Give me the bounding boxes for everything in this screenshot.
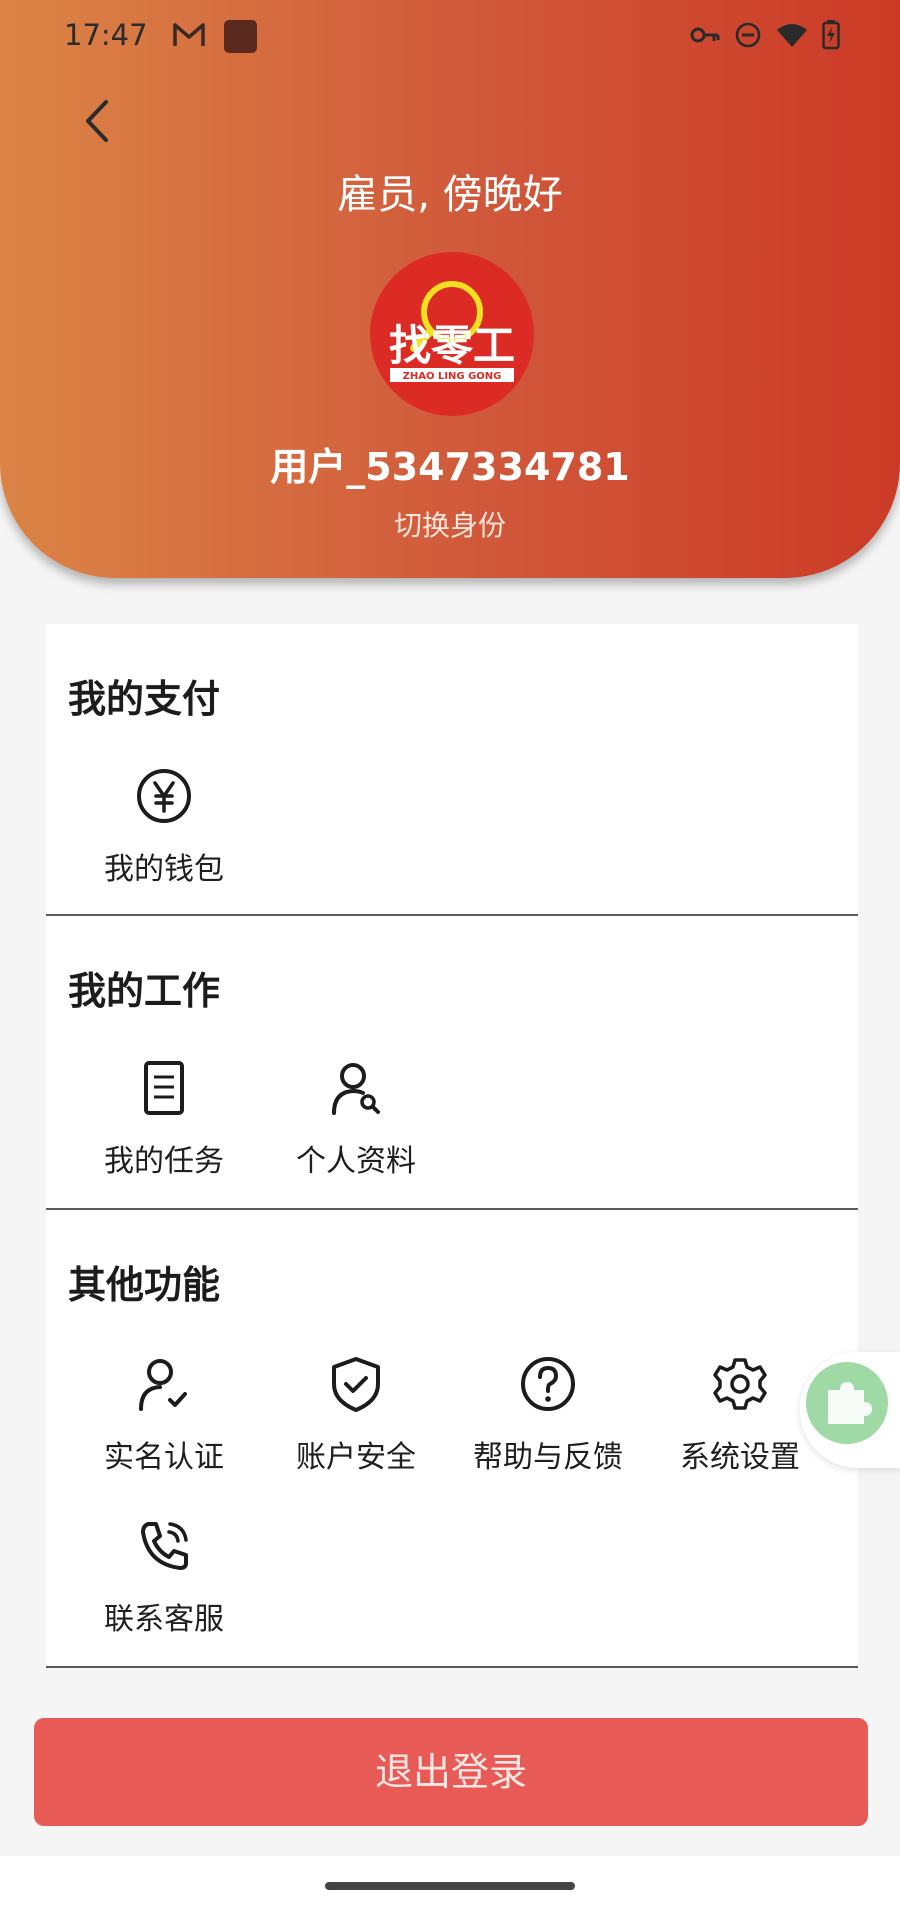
app-notification-icon — [224, 20, 257, 53]
do-not-disturb-icon — [734, 21, 762, 53]
battery-icon — [822, 20, 840, 54]
yuan-circle-icon — [137, 769, 191, 823]
greeting-text: 雇员, 傍晚好 — [337, 172, 563, 218]
wallet-label: 我的钱包 — [104, 852, 224, 887]
status-bar: 17:47 — [0, 0, 900, 72]
document-icon — [144, 1061, 184, 1115]
shield-check-icon — [332, 1357, 380, 1412]
payment-section: 我的支付 我的钱包 — [46, 624, 858, 916]
switch-identity-link[interactable]: 切换身份 — [0, 504, 900, 544]
section-title-other: 其他功能 — [68, 1263, 221, 1307]
vpn-key-icon — [690, 26, 720, 48]
logout-button[interactable]: 退出登录 — [34, 1718, 868, 1826]
real-name-verify-label: 实名认证 — [104, 1440, 224, 1475]
wifi-icon — [776, 22, 808, 52]
status-icons — [690, 20, 840, 54]
account-security-label: 账户安全 — [296, 1440, 416, 1475]
avatar[interactable]: 找零工 ZHAO LING GONG — [370, 252, 534, 416]
my-tasks-label: 我的任务 — [104, 1144, 224, 1179]
status-time: 17:47 — [64, 18, 148, 52]
help-feedback-label: 帮助与反馈 — [473, 1440, 623, 1475]
gear-icon — [713, 1358, 767, 1410]
phone-call-icon — [141, 1522, 188, 1570]
other-functions-section: 其他功能 实名认证 账户安全 帮助与反馈 系统设置 联系客服 — [46, 1210, 858, 1668]
section-title-payment: 我的支付 — [68, 677, 221, 721]
logo-main-text: 找零工 — [389, 321, 515, 370]
user-check-icon — [139, 1359, 187, 1411]
section-title-work: 我的工作 — [68, 969, 221, 1013]
gmail-icon — [172, 22, 206, 52]
puzzle-icon — [828, 1382, 872, 1424]
logo-sub-text: ZHAO LING GONG — [403, 371, 502, 382]
back-button[interactable] — [76, 96, 120, 146]
profile-info-label: 个人资料 — [296, 1144, 416, 1179]
profile-header: 17:47 雇员, 傍晚好 找零工 ZHAO LING GONG 用户_5347… — [0, 0, 900, 578]
app-logo: 找零工 ZHAO LING GONG — [389, 281, 515, 382]
user-search-icon — [332, 1063, 380, 1115]
question-circle-icon — [521, 1357, 575, 1411]
contact-service-label: 联系客服 — [104, 1602, 224, 1637]
home-indicator[interactable] — [325, 1882, 575, 1890]
username: 用户_5347334781 — [270, 445, 630, 489]
work-section: 我的工作 我的任务 个人资料 — [46, 916, 858, 1210]
chevron-left-icon — [86, 100, 108, 142]
